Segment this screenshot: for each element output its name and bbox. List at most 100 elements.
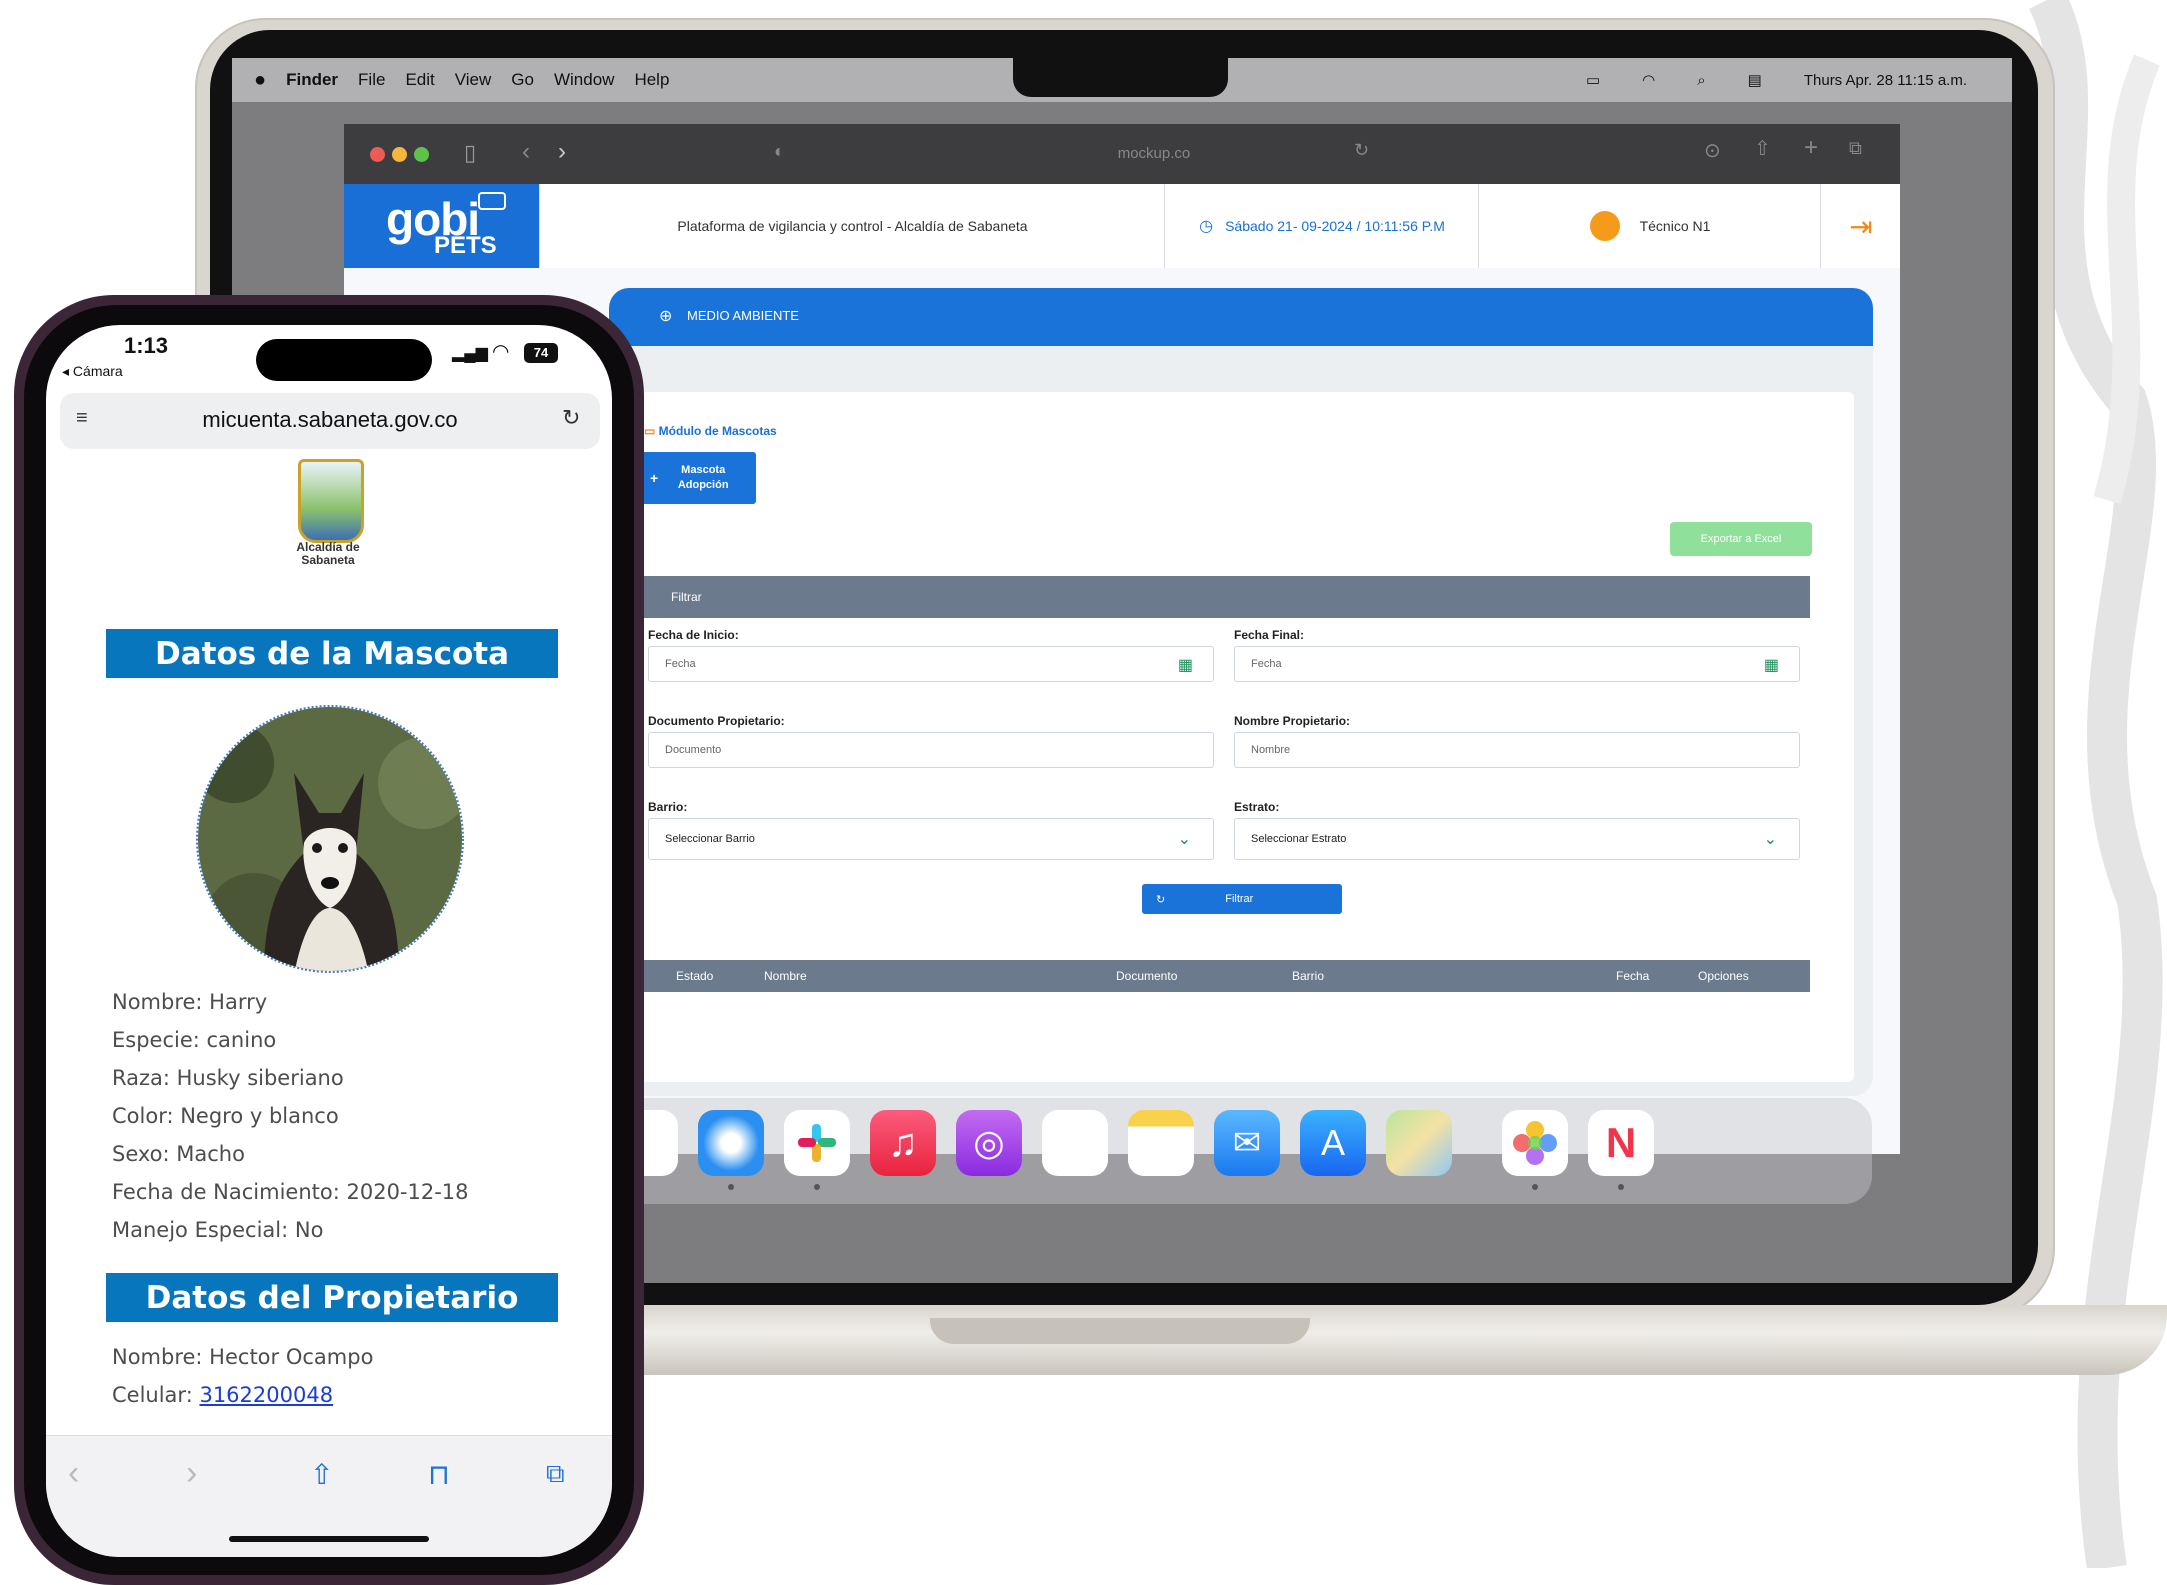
news-icon[interactable]: N bbox=[1588, 1110, 1654, 1176]
app-store-icon[interactable]: A bbox=[1300, 1110, 1366, 1176]
globe-icon: ⊕ bbox=[659, 308, 673, 325]
notes-icon[interactable] bbox=[1128, 1110, 1194, 1176]
menu-go[interactable]: Go bbox=[511, 70, 534, 90]
photos-icon[interactable] bbox=[1502, 1110, 1568, 1176]
tabs-icon[interactable]: ⧉ bbox=[546, 1458, 565, 1490]
pet-color: Color: Negro y blanco bbox=[112, 1104, 339, 1128]
wifi-icon[interactable]: ◠ bbox=[1642, 71, 1655, 89]
menubar-datetime[interactable]: Thurs Apr. 28 11:15 a.m. bbox=[1804, 72, 1967, 89]
menu-edit[interactable]: Edit bbox=[405, 70, 434, 90]
chevron-down-icon: ⌄ bbox=[1177, 831, 1191, 848]
back-icon[interactable]: ‹ bbox=[522, 138, 530, 166]
owner-phone-link[interactable]: 3162200048 bbox=[199, 1383, 333, 1407]
filter-button[interactable]: ↻ Filtrar bbox=[1142, 884, 1342, 914]
pet-special-handling: Manejo Especial: No bbox=[112, 1218, 324, 1242]
back-to-camera[interactable]: ◂ Cámara bbox=[62, 363, 123, 380]
col-fecha[interactable]: Fecha bbox=[1616, 969, 1649, 983]
header-datetime-text: Sábado 21- 09-2024 / 10:11:56 P.M bbox=[1225, 218, 1445, 234]
owner-doc-input[interactable]: Documento bbox=[648, 732, 1214, 768]
phone-time: 1:13 bbox=[124, 333, 169, 358]
owner-name-label: Nombre Propietario: bbox=[1234, 714, 1351, 728]
browser-toolbar: ▯ ‹ › ◐ mockup.co ↻ ⊙ ⇧ + ⧉ bbox=[344, 124, 1900, 184]
estrato-select[interactable]: Seleccionar Estrato ⌄ bbox=[1234, 818, 1800, 860]
owner-doc-placeholder: Documento bbox=[665, 744, 722, 756]
export-excel-button[interactable]: Exportar a Excel bbox=[1670, 522, 1812, 556]
pet-breed: Raza: Husky siberiano bbox=[112, 1066, 344, 1090]
forward-icon[interactable]: › bbox=[558, 138, 566, 166]
owner-name-input[interactable]: Nombre bbox=[1234, 732, 1800, 768]
apple-icon[interactable]: ● bbox=[254, 69, 266, 92]
forward-icon[interactable]: › bbox=[186, 1454, 197, 1493]
municipality-logo-text: Alcaldía de Sabaneta bbox=[296, 540, 360, 567]
share-icon[interactable]: ⇧ bbox=[310, 1458, 333, 1491]
battery-level: 74 bbox=[524, 343, 558, 363]
mail-icon[interactable]: ✉ bbox=[1214, 1110, 1280, 1176]
menubar-status: ▭ ◠ ⌕ ▤ Thurs Apr. 28 11:15 a.m. bbox=[1586, 58, 1987, 102]
zoom-window-button[interactable] bbox=[414, 147, 429, 162]
slack-icon[interactable] bbox=[784, 1110, 850, 1176]
platform-title: Plataforma de vigilancia y control - Alc… bbox=[539, 184, 1165, 268]
gobi-pets-logo[interactable]: gobi PETS bbox=[344, 184, 539, 268]
user-info[interactable]: Técnico N1 bbox=[1478, 184, 1821, 268]
col-barrio[interactable]: Barrio bbox=[1292, 969, 1324, 983]
back-icon[interactable]: ‹ bbox=[68, 1454, 79, 1493]
download-icon[interactable]: ⊙ bbox=[1704, 138, 1721, 163]
sabaneta-coat-of-arms bbox=[298, 459, 364, 543]
chat-bubble-icon bbox=[478, 192, 506, 210]
running-indicator bbox=[728, 1184, 734, 1190]
filter-header-text: Filtrar bbox=[671, 590, 702, 604]
music-icon[interactable]: ♫ bbox=[870, 1110, 936, 1176]
battery-icon[interactable]: ▭ bbox=[1586, 71, 1600, 89]
reminders-icon[interactable] bbox=[1042, 1110, 1108, 1176]
owner-doc-label: Documento Propietario: bbox=[648, 714, 785, 728]
phone-browser-toolbar: ‹ › ⇧ ⊓ ⧉ bbox=[46, 1435, 612, 1557]
col-nombre[interactable]: Nombre bbox=[764, 969, 807, 983]
reload-icon[interactable]: ↻ bbox=[1354, 140, 1369, 161]
sidebar-icon[interactable]: ▯ bbox=[464, 140, 476, 166]
owner-phone: Celular: 3162200048 bbox=[112, 1383, 333, 1407]
menu-view[interactable]: View bbox=[455, 70, 492, 90]
barrio-select-value: Seleccionar Barrio bbox=[665, 833, 755, 845]
end-date-input[interactable]: Fecha ▦ bbox=[1234, 646, 1800, 682]
barrio-select[interactable]: Seleccionar Barrio ⌄ bbox=[648, 818, 1214, 860]
phone-url[interactable]: micuenta.sabaneta.gov.co bbox=[60, 407, 600, 433]
tabs-overview-icon[interactable]: ⧉ bbox=[1849, 138, 1862, 159]
control-center-icon[interactable]: ▤ bbox=[1748, 71, 1762, 89]
phone-address-bar[interactable]: ≡ micuenta.sabaneta.gov.co ↻ bbox=[60, 393, 600, 449]
col-opciones[interactable]: Opciones bbox=[1698, 969, 1749, 983]
maps-icon[interactable] bbox=[1386, 1110, 1452, 1176]
reload-icon[interactable]: ↻ bbox=[562, 405, 580, 431]
browser-url[interactable]: mockup.co bbox=[1074, 140, 1234, 168]
calendar-icon[interactable]: ▦ bbox=[1764, 655, 1779, 675]
bookmarks-icon[interactable]: ⊓ bbox=[428, 1458, 450, 1491]
mac-dock: ♫ ◎ ✉ A N bbox=[592, 1098, 1872, 1204]
new-adoption-button[interactable]: + Mascota Adopción bbox=[636, 452, 756, 504]
new-tab-icon[interactable]: + bbox=[1804, 134, 1818, 162]
start-date-label: Fecha de Inicio: bbox=[648, 628, 739, 642]
safari-icon[interactable] bbox=[698, 1110, 764, 1176]
share-icon[interactable]: ⇧ bbox=[1754, 136, 1771, 161]
minimize-window-button[interactable] bbox=[392, 147, 407, 162]
end-date-placeholder: Fecha bbox=[1251, 658, 1282, 670]
calendar-icon[interactable]: ▦ bbox=[1178, 655, 1193, 675]
menu-file[interactable]: File bbox=[358, 70, 385, 90]
privacy-shield-icon[interactable]: ◐ bbox=[774, 141, 785, 162]
module-title-text: Módulo de Mascotas bbox=[658, 424, 777, 438]
menu-finder[interactable]: Finder bbox=[286, 70, 338, 90]
laptop-hinge bbox=[930, 1318, 1310, 1344]
menu-help[interactable]: Help bbox=[634, 70, 669, 90]
chevron-down-icon: ⌄ bbox=[1763, 831, 1777, 848]
laptop-base bbox=[610, 1305, 2167, 1375]
running-indicator bbox=[1532, 1184, 1538, 1190]
pet-sex: Sexo: Macho bbox=[112, 1142, 245, 1166]
start-date-input[interactable]: Fecha ▦ bbox=[648, 646, 1214, 682]
menu-window[interactable]: Window bbox=[554, 70, 614, 90]
owner-data-heading: Datos del Propietario bbox=[106, 1273, 558, 1322]
plus-icon: + bbox=[650, 470, 659, 486]
podcasts-icon[interactable]: ◎ bbox=[956, 1110, 1022, 1176]
search-icon[interactable]: ⌕ bbox=[1697, 72, 1705, 89]
col-documento[interactable]: Documento bbox=[1116, 969, 1177, 983]
logout-icon[interactable]: ⇥ bbox=[1820, 184, 1901, 268]
close-window-button[interactable] bbox=[370, 147, 385, 162]
col-estado[interactable]: Estado bbox=[676, 969, 713, 983]
